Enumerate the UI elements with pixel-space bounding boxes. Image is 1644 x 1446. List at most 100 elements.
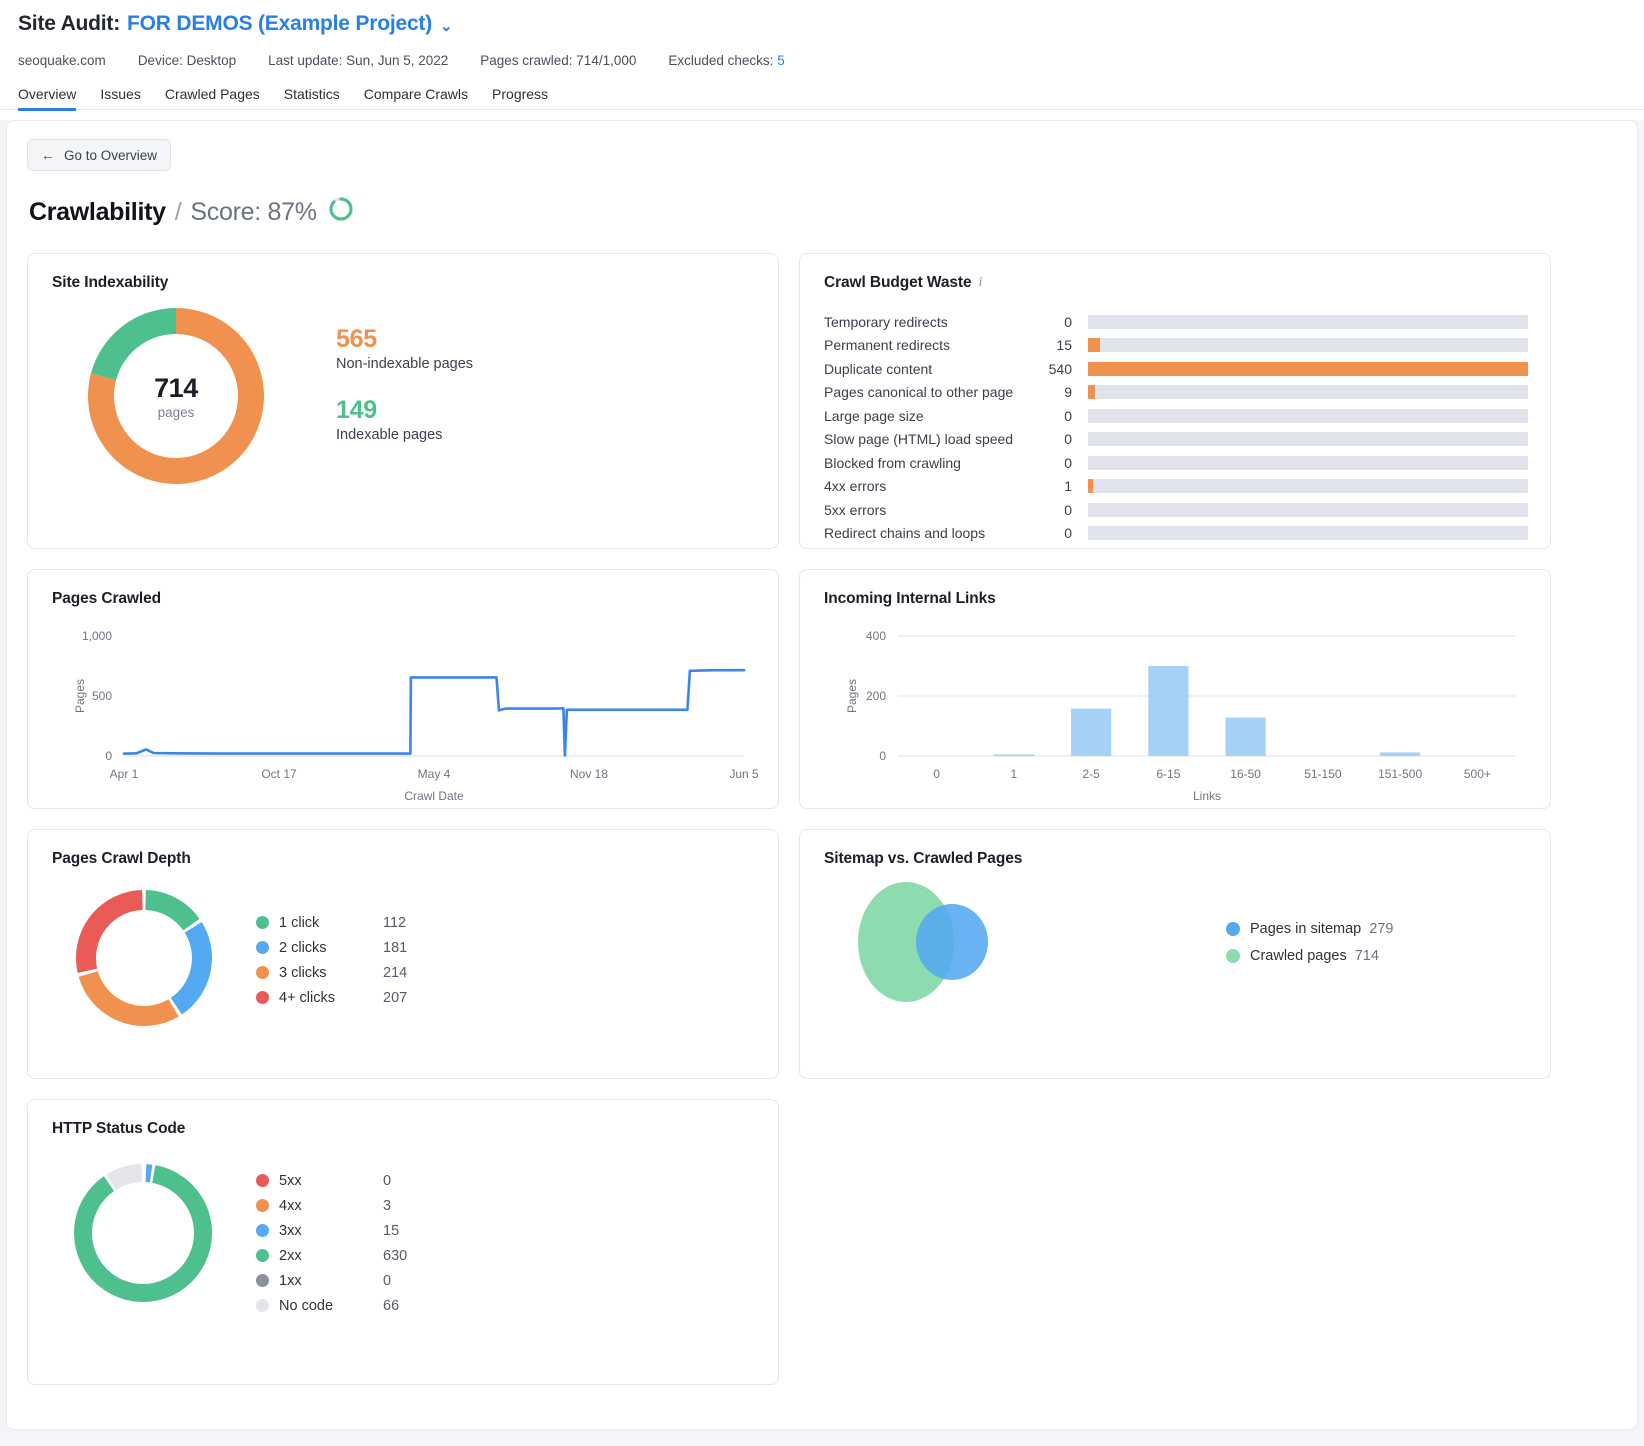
- svg-text:200: 200: [866, 689, 886, 703]
- legend-item[interactable]: No code66: [256, 1293, 407, 1318]
- tab-overview[interactable]: Overview: [18, 86, 76, 111]
- crawl-budget-waste-row[interactable]: 4xx errors1: [824, 475, 1528, 499]
- crawl-budget-waste-row-track: [1088, 362, 1528, 376]
- crawl-budget-waste-row[interactable]: Slow page (HTML) load speed0: [824, 428, 1528, 452]
- legend-item[interactable]: 4xx3: [256, 1193, 407, 1218]
- crawl-budget-waste-row-track: [1088, 338, 1528, 352]
- go-to-overview-label: Go to Overview: [64, 148, 157, 163]
- app-header: Site Audit: FOR DEMOS (Example Project) …: [0, 0, 1644, 110]
- chevron-down-icon[interactable]: ⌄: [440, 19, 452, 34]
- internal-links-bar: [1148, 666, 1188, 756]
- legend-color-dot: [256, 1199, 269, 1212]
- back-arrow-icon: ←: [41, 147, 55, 163]
- tab-statistics[interactable]: Statistics: [284, 86, 340, 111]
- crawl-budget-waste-row-label: Redirect chains and loops: [824, 525, 1038, 541]
- card-title-pages-crawled: Pages Crawled: [52, 590, 756, 608]
- legend-item[interactable]: 1xx0: [256, 1268, 407, 1293]
- crawl-budget-waste-row[interactable]: Pages canonical to other page9: [824, 381, 1528, 405]
- legend-item[interactable]: Pages in sitemap 279: [1226, 915, 1393, 942]
- svg-text:16-50: 16-50: [1230, 767, 1261, 781]
- crawl-budget-waste-row-track: [1088, 409, 1528, 423]
- meta-excluded-value[interactable]: 5: [777, 53, 785, 68]
- total-pages-value: 714: [154, 373, 198, 404]
- legend-color-dot: [256, 991, 269, 1004]
- meta-device: Device: Desktop: [138, 53, 236, 68]
- card-title-crawl-budget-waste: Crawl Budget Waste i: [824, 274, 1528, 292]
- crawl-budget-waste-title-text: Crawl Budget Waste: [824, 274, 971, 292]
- site-indexability-donut: 714 pages: [88, 308, 264, 484]
- http-status-code-legend: 5xx04xx33xx152xx6301xx0No code66: [256, 1168, 407, 1318]
- card-title-pages-crawl-depth: Pages Crawl Depth: [52, 850, 756, 868]
- go-to-overview-button[interactable]: ← Go to Overview: [27, 139, 171, 171]
- crawl-budget-waste-row-track: [1088, 315, 1528, 329]
- sitemap-venn-diagram: [858, 882, 1058, 1002]
- card-crawl-budget-waste: Crawl Budget Waste i Temporary redirects…: [799, 253, 1551, 549]
- svg-text:0: 0: [879, 749, 886, 763]
- svg-text:1,000: 1,000: [82, 629, 112, 643]
- crawl-budget-waste-row[interactable]: Large page size0: [824, 404, 1528, 428]
- card-site-indexability: Site Indexability 714 pages 565 Non-inde…: [27, 253, 779, 549]
- legend-item[interactable]: 3xx15: [256, 1218, 407, 1243]
- legend-color-dot: [256, 1274, 269, 1287]
- crawl-budget-waste-row-track: [1088, 503, 1528, 517]
- indexable-value: 149: [336, 396, 473, 425]
- legend-item[interactable]: Crawled pages714: [1226, 942, 1393, 969]
- card-incoming-internal-links: Incoming Internal Links 0200400Pages012-…: [799, 569, 1551, 809]
- legend-label: Pages in sitemap: [1250, 921, 1361, 937]
- internal-links-bar: [1226, 718, 1266, 756]
- crawl-budget-waste-row[interactable]: Temporary redirects0: [824, 310, 1528, 334]
- crawl-budget-waste-row-track: [1088, 526, 1528, 540]
- crawl-budget-waste-row-value: 0: [1038, 408, 1072, 424]
- pages-crawled-chart: 05001,000PagesApr 1Oct 17May 4Nov 18Jun …: [52, 618, 756, 813]
- tab-issues[interactable]: Issues: [100, 86, 140, 111]
- tab-compare-crawls[interactable]: Compare Crawls: [364, 86, 468, 111]
- crawl-budget-waste-row[interactable]: Blocked from crawling0: [824, 451, 1528, 475]
- legend-item[interactable]: 2xx630: [256, 1243, 407, 1268]
- crawl-budget-waste-row-value: 540: [1038, 361, 1072, 377]
- svg-text:Jun 5: Jun 5: [729, 767, 758, 781]
- legend-value: 630: [383, 1248, 407, 1264]
- legend-value: 214: [383, 965, 407, 981]
- project-name-link[interactable]: FOR DEMOS (Example Project): [127, 12, 432, 36]
- http-status-code-donut: [74, 1164, 212, 1302]
- svg-text:1: 1: [1011, 767, 1018, 781]
- crawl-budget-waste-row-value: 0: [1038, 431, 1072, 447]
- legend-label: 3xx: [279, 1223, 383, 1239]
- legend-value: 207: [383, 990, 407, 1006]
- internal-links-bar: [1071, 709, 1111, 756]
- internal-links-bar: [1380, 752, 1420, 756]
- crawl-budget-waste-row[interactable]: Redirect chains and loops0: [824, 522, 1528, 546]
- legend-label: 1 click: [279, 915, 383, 931]
- legend-item[interactable]: 5xx0: [256, 1168, 407, 1193]
- svg-text:Pages: Pages: [845, 679, 859, 713]
- donut-center-label: 714 pages: [88, 308, 264, 484]
- legend-item[interactable]: 4+ clicks207: [256, 985, 407, 1010]
- legend-label: No code: [279, 1298, 383, 1314]
- svg-text:Crawl Date: Crawl Date: [404, 789, 464, 803]
- legend-color-dot: [256, 941, 269, 954]
- crawl-budget-waste-row[interactable]: Duplicate content540: [824, 357, 1528, 381]
- crawl-budget-waste-row-value: 0: [1038, 455, 1072, 471]
- crawl-budget-waste-row[interactable]: Permanent redirects15: [824, 334, 1528, 358]
- incoming-internal-links-chart: 0200400Pages012-56-1516-5051-150151-5005…: [824, 618, 1528, 813]
- tab-progress[interactable]: Progress: [492, 86, 548, 111]
- crawl-budget-waste-row-label: Temporary redirects: [824, 314, 1038, 330]
- tab-crawled-pages[interactable]: Crawled Pages: [165, 86, 260, 111]
- info-icon[interactable]: i: [978, 275, 982, 291]
- meta-excluded-label: Excluded checks:: [668, 53, 773, 68]
- svg-text:51-150: 51-150: [1304, 767, 1342, 781]
- crawl-budget-waste-row-label: 5xx errors: [824, 502, 1038, 518]
- legend-color-dot: [256, 1299, 269, 1312]
- legend-item[interactable]: 2 clicks181: [256, 935, 407, 960]
- legend-item[interactable]: 3 clicks214: [256, 960, 407, 985]
- crawl-budget-waste-row[interactable]: 5xx errors0: [824, 498, 1528, 522]
- dashboard-grid: Site Indexability 714 pages 565 Non-inde…: [27, 253, 1617, 1385]
- score-text: Score: 87%: [190, 198, 316, 227]
- legend-color-dot: [1226, 922, 1240, 936]
- legend-item[interactable]: 1 click112: [256, 910, 407, 935]
- crawl-budget-waste-row-label: 4xx errors: [824, 478, 1038, 494]
- crawl-budget-waste-row-label: Permanent redirects: [824, 337, 1038, 353]
- crawl-budget-waste-row-track: [1088, 456, 1528, 470]
- legend-value: 112: [383, 915, 406, 931]
- legend-value: 279: [1369, 921, 1393, 937]
